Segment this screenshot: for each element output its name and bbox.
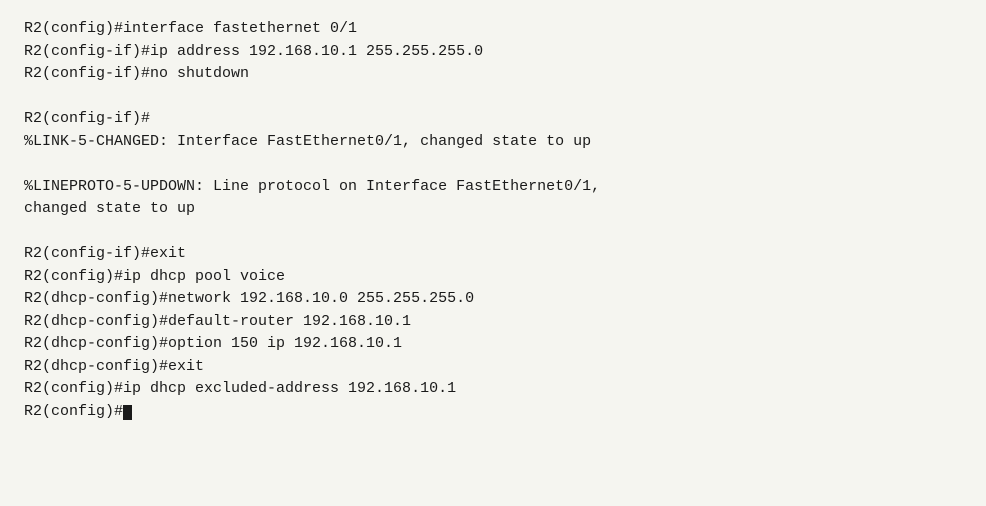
terminal-cursor: [123, 405, 132, 420]
terminal-line: %LINK-5-CHANGED: Interface FastEthernet0…: [24, 131, 962, 154]
terminal-line: [24, 221, 962, 244]
terminal-line: [24, 153, 962, 176]
terminal-line: [24, 86, 962, 109]
terminal-line: R2(config-if)#no shutdown: [24, 63, 962, 86]
terminal-line: R2(config)#ip dhcp pool voice: [24, 266, 962, 289]
terminal-output: R2(config)#interface fastethernet 0/1R2(…: [24, 18, 962, 423]
terminal-line: changed state to up: [24, 198, 962, 221]
terminal-line: R2(config)#ip dhcp excluded-address 192.…: [24, 378, 962, 401]
terminal-line: R2(config-if)#exit: [24, 243, 962, 266]
terminal-line: R2(config-if)#ip address 192.168.10.1 25…: [24, 41, 962, 64]
terminal-line: R2(config-if)#: [24, 108, 962, 131]
terminal-line: R2(dhcp-config)#option 150 ip 192.168.10…: [24, 333, 962, 356]
terminal-line: R2(config)#interface fastethernet 0/1: [24, 18, 962, 41]
terminal-line: R2(config)#: [24, 401, 962, 424]
terminal-line: %LINEPROTO-5-UPDOWN: Line protocol on In…: [24, 176, 962, 199]
terminal-line: R2(dhcp-config)#network 192.168.10.0 255…: [24, 288, 962, 311]
terminal-line: R2(dhcp-config)#default-router 192.168.1…: [24, 311, 962, 334]
terminal-line: R2(dhcp-config)#exit: [24, 356, 962, 379]
